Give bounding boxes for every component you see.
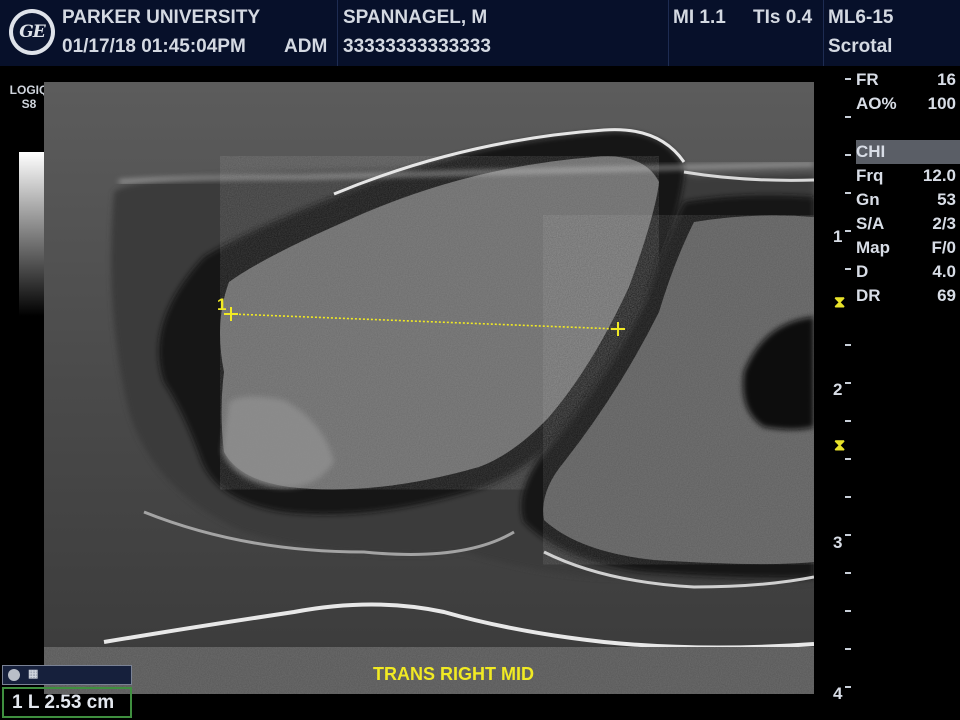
depth-label-3: 3 [833,533,843,552]
focal-zone-marker-bottom[interactable]: ⧗ [834,438,845,454]
param-spacer [856,116,960,140]
caliper-index: 1 [217,295,226,314]
ultrasound-image[interactable]: 1 [44,82,814,694]
exam-preset: Scrotal [828,36,893,57]
mini-status-box: ▦ [2,665,132,685]
param-sa: S/A 2/3 [856,214,956,233]
operator-id: ADM [284,36,328,57]
measurement-type: L [27,692,40,713]
patient-id: 33333333333333 [343,36,491,57]
probe-name: ML6-15 [828,7,894,28]
parameter-panel: FR 16 AO% 100 CHI Frq 12.0 Gn 53 S/A 2/3 Map F… [856,68,960,308]
header-bar: GE PARKER UNIVERSITY 01/17/18 01:45:04PM… [0,0,960,66]
probe-icon: ▦ [28,668,39,680]
depth-scale: 1 2 3 4 ⧗ ⧗ [826,68,856,718]
param-map: Map F/0 [856,238,956,257]
param-gn: Gn 53 [856,190,956,209]
param-chi: CHI [856,140,960,164]
focal-zone-marker-top[interactable]: ⧗ [834,295,845,311]
thermal-index: TIs 0.4 [753,7,813,28]
ge-logo-text: GE [13,13,51,51]
param-frq: Frq 12.0 [856,166,956,185]
toggle-circle-icon[interactable] [8,669,20,681]
patient-name: SPANNAGEL, M [343,7,488,28]
mechanical-index: MI 1.1 [673,7,726,28]
depth-label-4: 4 [833,684,843,703]
param-depth: D 4.0 [856,262,956,281]
exam-datetime: 01/17/18 01:45:04PM [62,36,246,57]
depth-label-2: 2 [833,380,843,399]
param-dr: DR 69 [856,286,956,305]
ge-logo: GE [9,9,55,55]
measurement-result: 1 L 2.53 cm [2,687,132,718]
grayscale-bar [19,152,44,316]
institution-name: PARKER UNIVERSITY [62,7,261,28]
param-fr: FR 16 [856,70,956,89]
measurement-value: 2.53 cm [44,692,115,713]
image-annotation: TRANS RIGHT MID [373,664,534,684]
depth-label-1: 1 [833,227,843,246]
param-ao: AO% 100 [856,94,956,113]
measurement-index: 1 [12,692,23,713]
